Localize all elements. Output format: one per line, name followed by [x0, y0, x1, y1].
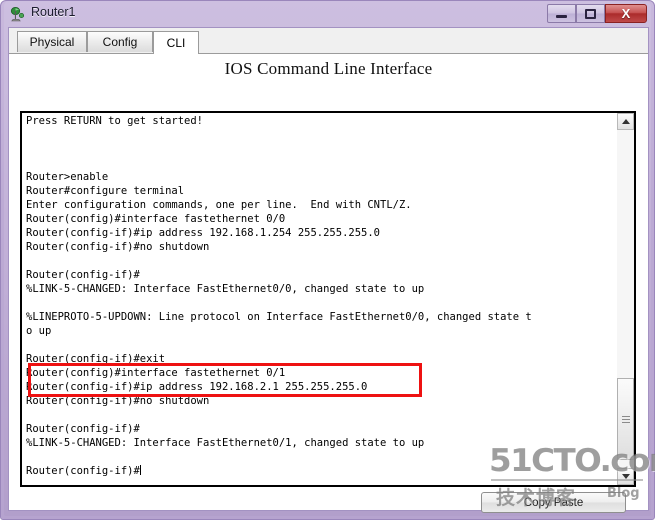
close-button[interactable]: X [605, 4, 647, 23]
terminal-line: Router(config-if)#ip address 192.168.1.2… [26, 227, 381, 239]
terminal-line: Router(config)#interface fastethernet 0/… [26, 367, 286, 379]
active-tab-joint [154, 53, 198, 55]
terminal-line: Router(config-if)# [26, 465, 141, 477]
tab-strip-underline [9, 53, 648, 54]
scrollbar-thumb[interactable] [617, 378, 634, 460]
close-icon: X [621, 6, 631, 21]
router-device-icon [10, 7, 25, 22]
tab-strip: Physical Config CLI [9, 28, 648, 55]
terminal-line: Press RETURN to get started! [26, 115, 204, 127]
tab-physical[interactable]: Physical [17, 31, 87, 52]
terminal-line: Router(config)#interface fastethernet 0/… [26, 213, 286, 225]
tab-config-label: Config [102, 35, 138, 49]
terminal-output[interactable]: Press RETURN to get started! Router>enabl… [22, 113, 616, 485]
maximize-icon [577, 5, 604, 22]
terminal-line: Router(config-if)#no shutdown [26, 241, 210, 253]
terminal-line: Router(config-if)#exit [26, 353, 166, 365]
title-bar[interactable]: Router1 X [1, 1, 655, 27]
terminal-line: Router(config-if)#ip address 192.168.2.1… [26, 381, 368, 393]
window-title: Router1 [31, 5, 76, 19]
maximize-button[interactable] [576, 4, 605, 23]
scrollbar-track[interactable] [617, 130, 634, 468]
terminal-line: o up [26, 325, 52, 337]
copy-paste-button[interactable]: Copy Paste [481, 492, 626, 513]
tab-cli[interactable]: CLI [153, 31, 199, 54]
terminal-container: Press RETURN to get started! Router>enabl… [20, 111, 636, 487]
text-cursor [139, 465, 141, 475]
scroll-down-icon[interactable] [617, 468, 634, 485]
terminal-line: %LINK-5-CHANGED: Interface FastEthernet0… [26, 437, 425, 449]
terminal-line: %LINK-5-CHANGED: Interface FastEthernet0… [26, 283, 425, 295]
router1-window: Router1 X Physical Config CLI IOS Comman… [0, 0, 655, 520]
tab-cli-label: CLI [166, 36, 186, 50]
terminal-line: %LINEPROTO-5-UPDOWN: Line protocol on In… [26, 311, 532, 323]
minimize-button[interactable] [547, 4, 576, 23]
scroll-up-icon[interactable] [617, 113, 634, 130]
scrollbar-grip-icon [621, 415, 630, 423]
terminal-line: Router(config-if)#no shutdown [26, 395, 210, 407]
terminal-line: Router#configure terminal [26, 185, 185, 197]
minimize-icon [548, 5, 575, 22]
terminal-scrollbar[interactable] [616, 113, 634, 485]
copy-paste-button-label: Copy Paste [523, 496, 584, 509]
client-area: Physical Config CLI IOS Command Line Int… [8, 27, 649, 513]
tab-config[interactable]: Config [87, 31, 153, 52]
terminal-line: Router>enable [26, 171, 109, 183]
terminal-line: Router(config-if)# [26, 269, 140, 281]
cli-panel: IOS Command Line Interface Press RETURN … [9, 54, 648, 513]
terminal-lines: Press RETURN to get started! Router>enabl… [26, 114, 616, 478]
terminal-line: Router(config-if)# [26, 423, 140, 435]
tab-physical-label: Physical [29, 35, 75, 49]
terminal-line: Enter configuration commands, one per li… [26, 199, 412, 211]
page-title: IOS Command Line Interface [224, 59, 433, 78]
